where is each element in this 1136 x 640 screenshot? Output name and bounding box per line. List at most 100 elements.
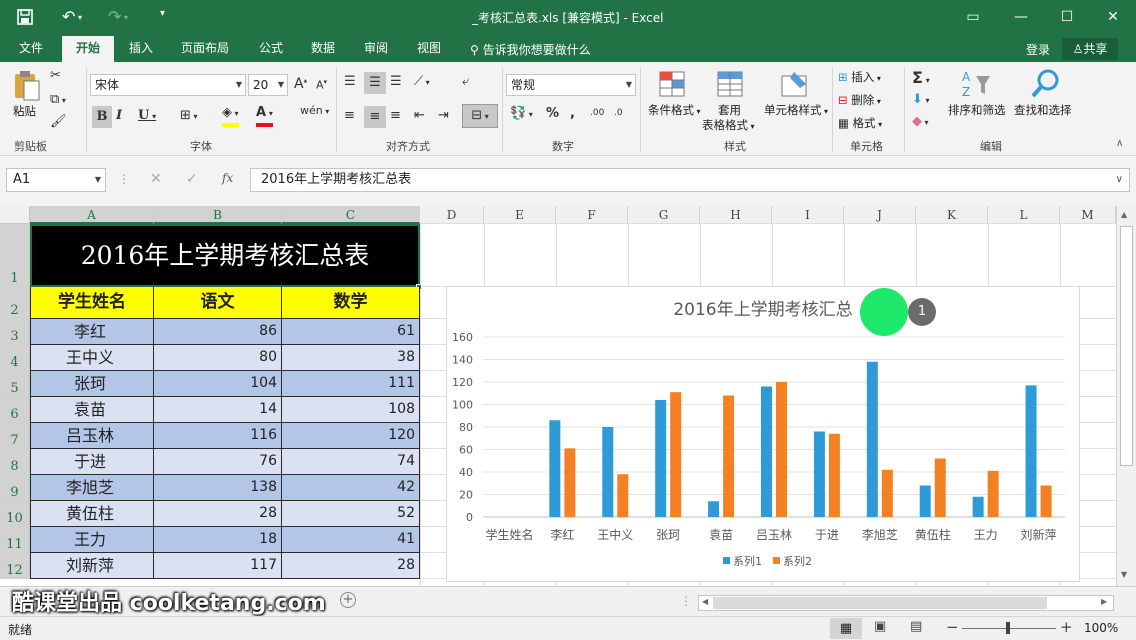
- comma-icon[interactable]: ,: [570, 106, 575, 121]
- worksheet-grid[interactable]: A B C D E F G H I J K L M 1 2 3 4 5 6 7 8 9 10 11 1…: [0, 206, 1136, 586]
- score-cell[interactable]: 86: [154, 319, 282, 345]
- tab-review[interactable]: 审阅: [355, 36, 397, 62]
- font-color-icon[interactable]: A ▾: [256, 104, 273, 127]
- score-cell[interactable]: 42: [282, 475, 420, 501]
- formula-input[interactable]: 2016年上学期考核汇总表 ∨: [250, 168, 1130, 192]
- score-cell[interactable]: 41: [282, 527, 420, 553]
- name-cell[interactable]: 黄伍柱: [30, 501, 154, 527]
- score-cell[interactable]: 104: [154, 371, 282, 397]
- login-link[interactable]: 登录: [1026, 41, 1050, 58]
- fill-icon[interactable]: ⬇ ▾: [912, 92, 929, 107]
- align-top-icon[interactable]: ☰: [344, 74, 356, 89]
- scroll-up-icon[interactable]: ▲: [1121, 210, 1127, 219]
- align-middle-icon[interactable]: ☰: [364, 72, 386, 94]
- decrease-indent-icon[interactable]: ⇤: [414, 108, 425, 123]
- row-header-9[interactable]: 9: [0, 475, 30, 501]
- chart-area[interactable]: 2016年上学期考核汇总 0 20 40 60 80 100 120 140 160 学生姓名 李红 王…: [446, 286, 1080, 582]
- bold-icon[interactable]: B: [92, 106, 112, 128]
- currency-icon[interactable]: 💱 ▾: [510, 106, 533, 121]
- vertical-scroll-thumb[interactable]: [1120, 226, 1133, 466]
- score-cell[interactable]: 116: [154, 423, 282, 449]
- align-right-icon[interactable]: ≡: [390, 108, 401, 123]
- column-header-a[interactable]: A: [30, 206, 154, 224]
- tab-data[interactable]: 数据: [302, 36, 344, 62]
- score-cell[interactable]: 117: [154, 553, 282, 579]
- minimize-icon[interactable]: —: [1006, 6, 1036, 28]
- delete-cells-button[interactable]: ⊟ 删除 ▾: [838, 92, 881, 108]
- close-icon[interactable]: ✕: [1098, 6, 1128, 28]
- orientation-icon[interactable]: ⟋ ▾: [414, 74, 430, 89]
- sort-filter-icon[interactable]: AZ: [960, 68, 992, 100]
- maximize-icon[interactable]: ☐: [1052, 6, 1082, 28]
- redo-icon[interactable]: ↷ ▾: [108, 7, 128, 26]
- name-cell[interactable]: 张珂: [30, 371, 154, 397]
- row-header-6[interactable]: 6: [0, 397, 30, 423]
- header-cell[interactable]: 学生姓名: [30, 287, 154, 319]
- header-cell[interactable]: 数学: [282, 287, 420, 319]
- score-cell[interactable]: 111: [282, 371, 420, 397]
- table-format-icon[interactable]: [716, 70, 746, 100]
- score-cell[interactable]: 138: [154, 475, 282, 501]
- font-name-select[interactable]: 宋体 ▼: [90, 74, 246, 96]
- score-cell[interactable]: 18: [154, 527, 282, 553]
- column-header-i[interactable]: I: [772, 206, 844, 224]
- horizontal-scroll-thumb[interactable]: [713, 597, 1047, 609]
- zoom-slider[interactable]: [962, 622, 1056, 634]
- insert-function-icon[interactable]: fx: [222, 171, 233, 185]
- font-size-select[interactable]: 20 ▼: [248, 74, 288, 96]
- underline-icon[interactable]: U ▾: [138, 108, 156, 123]
- name-cell[interactable]: 刘新萍: [30, 553, 154, 579]
- split-handle-icon[interactable]: ⋮: [680, 594, 692, 608]
- page-layout-view-icon[interactable]: ▣: [874, 619, 886, 634]
- score-cell[interactable]: 80: [154, 345, 282, 371]
- collapse-ribbon-icon[interactable]: ∧: [1116, 138, 1123, 149]
- conditional-format-icon[interactable]: [658, 70, 688, 100]
- scroll-right-icon[interactable]: ▶: [1101, 597, 1107, 606]
- score-cell[interactable]: 76: [154, 449, 282, 475]
- wrap-text-icon[interactable]: ⤶: [462, 74, 469, 89]
- name-cell[interactable]: 王中义: [30, 345, 154, 371]
- increase-indent-icon[interactable]: ⇥: [438, 108, 449, 123]
- name-cell[interactable]: 王力: [30, 527, 154, 553]
- column-header-d[interactable]: D: [420, 206, 484, 224]
- name-cell[interactable]: 李旭芝: [30, 475, 154, 501]
- column-header-b[interactable]: B: [154, 206, 282, 224]
- fill-color-icon[interactable]: ◈ ▾: [222, 104, 239, 127]
- increase-decimal-icon[interactable]: .00: [590, 108, 604, 118]
- column-header-l[interactable]: L: [988, 206, 1060, 224]
- tab-formulas[interactable]: 公式: [250, 36, 292, 62]
- border-icon[interactable]: ⊞ ▾: [180, 108, 197, 123]
- cell-styles-icon[interactable]: [780, 70, 810, 100]
- tab-file[interactable]: 文件: [10, 36, 52, 62]
- column-header-f[interactable]: F: [556, 206, 628, 224]
- scroll-down-icon[interactable]: ▼: [1121, 570, 1127, 579]
- customize-quick-access-icon[interactable]: ▾: [160, 8, 165, 19]
- number-format-select[interactable]: 常规 ▼: [506, 74, 636, 96]
- title-cell[interactable]: 2016年上学期考核汇总表: [30, 224, 420, 287]
- column-header-m[interactable]: M: [1060, 206, 1116, 224]
- score-cell[interactable]: 120: [282, 423, 420, 449]
- align-left-icon[interactable]: ≡: [344, 108, 355, 123]
- zoom-level[interactable]: 100%: [1084, 621, 1118, 635]
- row-header-4[interactable]: 4: [0, 345, 30, 371]
- column-header-h[interactable]: H: [700, 206, 772, 224]
- paste-button[interactable]: 粘贴: [13, 103, 36, 119]
- score-cell[interactable]: 14: [154, 397, 282, 423]
- tab-page-layout[interactable]: 页面布局: [172, 36, 238, 62]
- paste-icon[interactable]: [12, 70, 42, 102]
- enter-icon[interactable]: ✓: [186, 171, 198, 187]
- name-cell[interactable]: 于进: [30, 449, 154, 475]
- column-header-e[interactable]: E: [484, 206, 556, 224]
- horizontal-scrollbar[interactable]: ◀ ▶: [698, 595, 1114, 611]
- name-cell[interactable]: 袁苗: [30, 397, 154, 423]
- column-header-c[interactable]: C: [282, 206, 420, 224]
- copy-icon[interactable]: ⧉ ▾: [50, 92, 66, 107]
- normal-view-icon[interactable]: ▦: [830, 618, 862, 639]
- grow-font-icon[interactable]: A▴: [294, 76, 307, 92]
- autosum-icon[interactable]: Σ ▾: [912, 68, 930, 87]
- conditional-format-button[interactable]: 条件格式 ▾: [648, 102, 701, 118]
- share-button[interactable]: ♙共享: [1062, 38, 1118, 60]
- row-header-5[interactable]: 5: [0, 371, 30, 397]
- vertical-scrollbar[interactable]: ▲ ▼: [1116, 206, 1136, 586]
- align-bottom-icon[interactable]: ☰: [390, 74, 402, 89]
